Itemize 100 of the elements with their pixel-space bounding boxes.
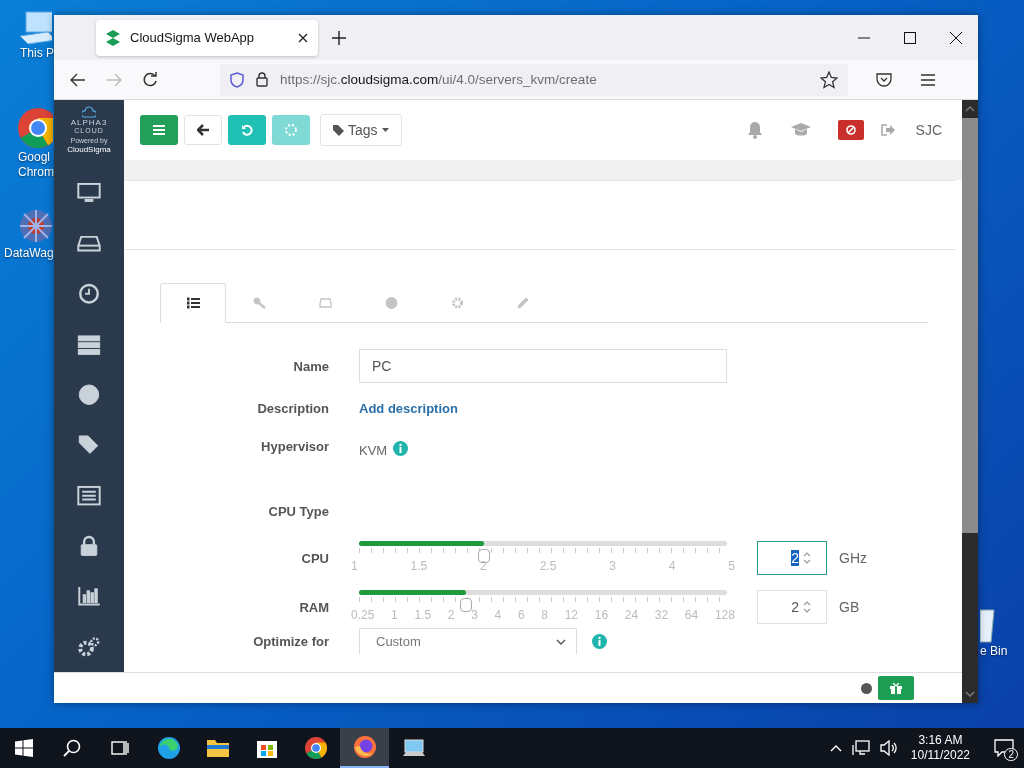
logo-name: ALPHA3 <box>70 118 108 127</box>
search-icon[interactable] <box>63 739 81 757</box>
brand-text: CloudSigma <box>67 145 111 154</box>
info-icon[interactable] <box>592 633 607 649</box>
desktop-icon-label[interactable]: Googl <box>18 150 51 165</box>
tags-icon[interactable] <box>77 434 101 456</box>
desktop-icon-label[interactable]: Chrom <box>18 165 54 180</box>
field-label: Name <box>292 358 329 374</box>
pocket-icon[interactable] <box>876 71 892 88</box>
field-label: Description <box>256 400 329 416</box>
network-icon[interactable] <box>851 740 870 756</box>
field-label: Optimize for <box>252 633 329 649</box>
tick-label: 5 <box>728 559 735 573</box>
tags-dropdown[interactable]: Tags <box>320 114 402 146</box>
slider-track[interactable] <box>359 541 727 546</box>
tick-label: 1.5 <box>414 608 432 622</box>
scroll-down-icon[interactable] <box>965 691 975 697</box>
back-icon[interactable] <box>70 72 86 87</box>
message-icon <box>994 739 1014 757</box>
gift-icon <box>890 682 902 694</box>
url-text: https://sjc.cloudsigma.com/ui/4.0/servers_kvm/create <box>280 72 597 87</box>
clock-icon[interactable] <box>77 283 101 305</box>
monitor-icon[interactable] <box>77 182 101 204</box>
lock-icon[interactable] <box>256 72 268 87</box>
hypervisor-value: KVM <box>359 443 388 458</box>
servers-icon[interactable] <box>77 333 101 355</box>
ban-icon <box>845 125 856 135</box>
tab-title: CloudSigma WebApp <box>130 30 256 45</box>
gear-icon <box>450 296 464 309</box>
spinner-arrows-icon[interactable] <box>802 551 812 565</box>
field-label: CPU <box>300 550 329 566</box>
chevron-down-icon <box>556 638 566 645</box>
address-bar[interactable]: https://sjc.cloudsigma.com/ui/4.0/servers_kvm/create <box>220 63 848 96</box>
drive-icon <box>318 296 332 309</box>
clock-time[interactable]: 3:16 AM <box>918 733 963 748</box>
star-icon[interactable] <box>820 70 838 89</box>
tick-label: 2.5 <box>539 559 557 573</box>
tick-label: 24 <box>624 608 639 622</box>
undo-icon <box>241 124 253 136</box>
desktop-icon-label[interactable]: e Bin <box>980 644 1008 659</box>
status-dot-icon <box>861 682 872 694</box>
number-field[interactable]: 2 <box>757 590 827 624</box>
close-tab-icon[interactable] <box>298 32 308 43</box>
tick-label: 0.25 <box>351 608 375 622</box>
slider-handle[interactable] <box>478 549 491 563</box>
maximize-icon[interactable] <box>904 31 916 44</box>
gift-button[interactable] <box>878 676 914 700</box>
field-label: CPU Type <box>267 503 329 519</box>
slider-handle[interactable] <box>459 598 472 612</box>
tick-label: 2 <box>447 608 455 622</box>
scrollbar[interactable] <box>962 100 978 703</box>
new-tab-icon[interactable] <box>332 30 346 45</box>
shield-icon[interactable] <box>230 71 244 88</box>
gears-icon[interactable] <box>77 635 101 657</box>
computer-icon[interactable] <box>18 10 52 46</box>
reload-icon[interactable] <box>142 71 158 88</box>
tick-label: 16 <box>594 608 609 622</box>
form-tab[interactable] <box>160 283 226 323</box>
cancel-button[interactable] <box>837 120 864 140</box>
tick-label: 32 <box>654 608 669 622</box>
clock-date[interactable]: 10/11/2022 <box>910 748 970 763</box>
chevron-up-icon[interactable] <box>829 744 842 752</box>
task-view-icon[interactable] <box>111 739 129 757</box>
key-icon <box>252 296 266 309</box>
firefox-icon <box>352 735 377 759</box>
optimize-dropdown[interactable]: Custom <box>359 628 577 654</box>
chrome-icon <box>303 736 328 760</box>
add-description-link[interactable]: Add description <box>359 400 458 416</box>
pencil-icon <box>516 296 530 309</box>
slider-track[interactable] <box>359 590 727 595</box>
spinner-arrows-icon[interactable] <box>802 600 812 614</box>
menu-button[interactable] <box>140 115 178 145</box>
spinner-icon <box>284 123 298 137</box>
field-label: Hypervisor <box>260 439 329 454</box>
region-text[interactable]: SJC <box>915 122 942 138</box>
notifications-button[interactable]: 2 <box>984 728 1024 768</box>
tick-label: 64 <box>684 608 699 622</box>
notification-count: 2 <box>1004 748 1018 761</box>
chart-icon[interactable] <box>77 585 101 607</box>
desktop-icon-label[interactable]: DataWag <box>4 246 54 261</box>
scroll-up-icon[interactable] <box>965 106 975 112</box>
taskbar-app[interactable] <box>340 728 389 768</box>
tick-label: 12 <box>564 608 579 622</box>
menu-icon[interactable] <box>920 72 936 87</box>
back-button[interactable] <box>184 115 222 145</box>
tick-label: 3 <box>609 559 616 573</box>
number-field[interactable]: 2 <box>757 541 827 575</box>
info-icon[interactable] <box>393 441 409 456</box>
browser-tab[interactable]: CloudSigma WebApp <box>96 19 318 56</box>
desktop-icon-label[interactable]: This P <box>20 46 54 61</box>
tick-label: 1 <box>351 559 358 573</box>
cloud-logo-icon <box>82 106 96 118</box>
start-icon[interactable] <box>15 739 33 757</box>
name-field[interactable]: PC <box>359 349 727 383</box>
speaker-icon[interactable] <box>879 740 898 756</box>
field-label: RAM <box>298 599 329 615</box>
close-icon[interactable] <box>950 31 962 44</box>
tag-icon <box>333 124 344 136</box>
arrow-left-icon <box>197 124 209 136</box>
list-icon[interactable] <box>77 484 101 506</box>
